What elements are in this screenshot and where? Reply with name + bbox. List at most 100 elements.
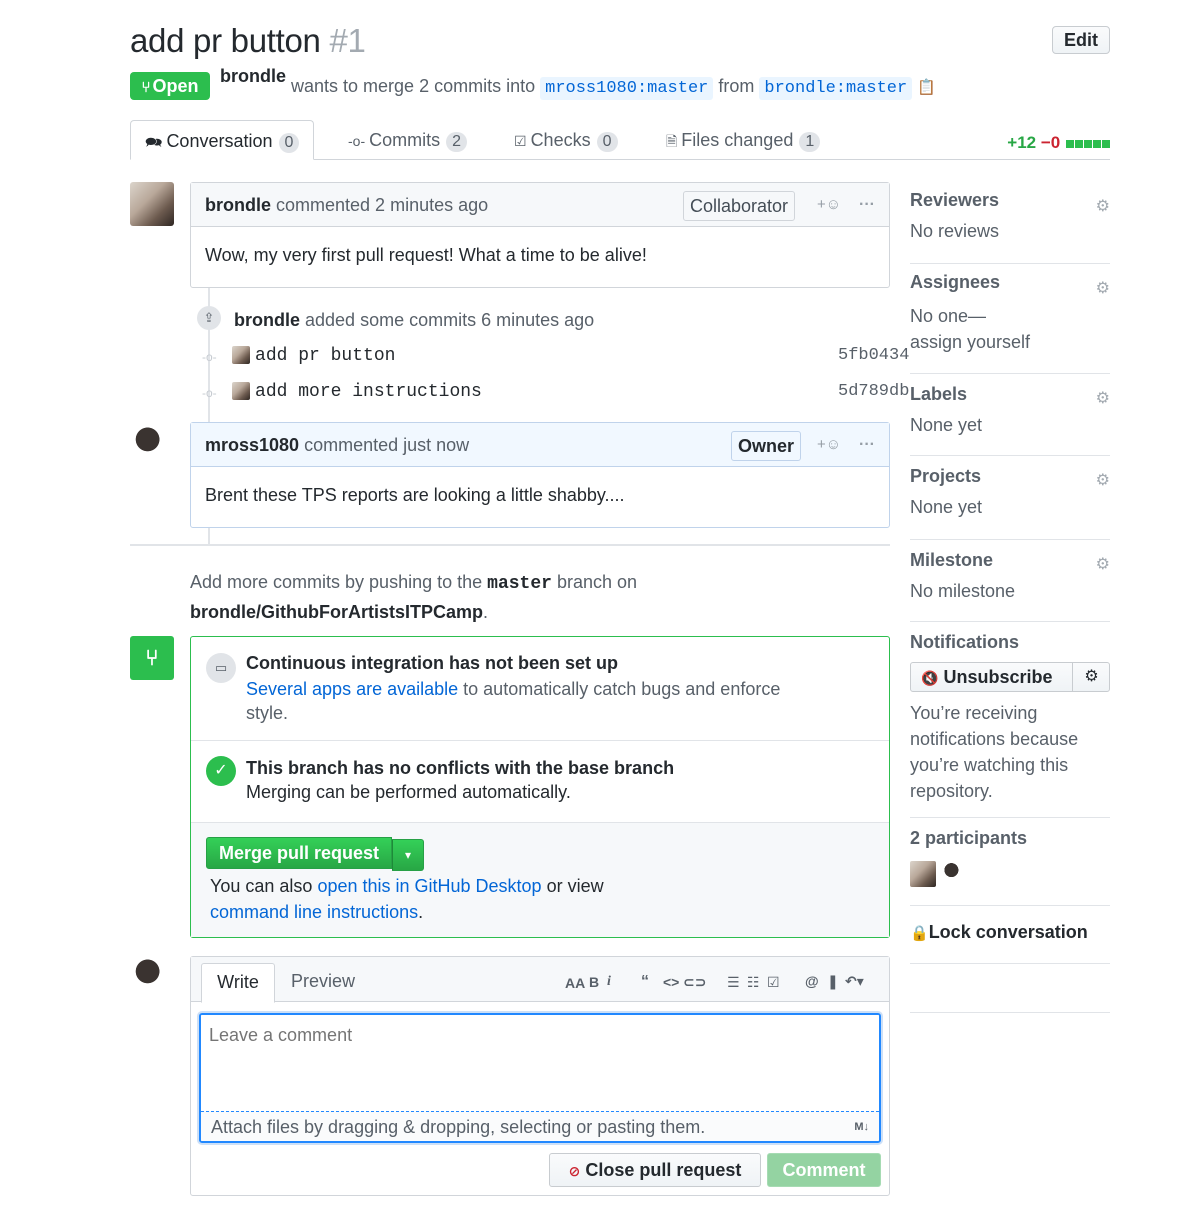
merge-button[interactable]: Merge pull request [206, 837, 393, 869]
bold-icon[interactable]: B [589, 974, 599, 990]
sidebar-projects[interactable]: ⚙ Projects None yet [910, 466, 1110, 540]
conflict-title: This branch has no conflicts with the ba… [246, 758, 675, 778]
link-icon[interactable]: ⊂⊃ [683, 974, 706, 991]
comment-body: Wow, my very first pull request! What a … [205, 245, 647, 265]
commit-sha[interactable]: 5d789db [838, 382, 909, 401]
unordered-list-icon[interactable]: ☰ [727, 974, 740, 991]
event-text: added some commits 6 minutes ago [305, 310, 595, 330]
sidebar-title: Labels [910, 384, 968, 404]
checklist-icon: ☑ [514, 133, 527, 149]
tab-commits[interactable]: -o- Commits 2 [348, 120, 468, 160]
more-options-icon[interactable]: ··· [859, 423, 875, 467]
tab-counter: 2 [446, 132, 468, 152]
assign-yourself-link[interactable]: assign yourself [910, 332, 1030, 352]
issue-closed-icon: ⊘ [568, 1163, 581, 1179]
diffstat-block [1075, 140, 1083, 148]
sidebar-milestone[interactable]: ⚙ Milestone No milestone [910, 550, 1110, 622]
cli-instructions-link[interactable]: command line instructions [210, 902, 418, 922]
comment-author[interactable]: brondle [205, 195, 271, 215]
commits-event: brondle added some commits 6 minutes ago [234, 310, 594, 331]
head-branch[interactable]: brondle:master [759, 77, 913, 100]
avatar[interactable] [232, 346, 250, 365]
diffstat: +12 −0 [1007, 133, 1110, 153]
tab-checks[interactable]: ☑ Checks 0 [514, 120, 618, 160]
lock-conversation[interactable]: 🔒Lock conversation [910, 922, 1110, 943]
sidebar-reviewers[interactable]: ⚙ Reviewers No reviews [910, 190, 1110, 264]
page-title: add pr button #1 [130, 22, 366, 60]
close-pr-button[interactable]: ⊘ Close pull request [549, 1153, 761, 1187]
commit-row: add more instructions [232, 380, 482, 402]
avatar[interactable] [910, 861, 936, 887]
event-author[interactable]: brondle [234, 310, 300, 330]
comment-button[interactable]: Comment [767, 1153, 881, 1187]
diffstat-block [1093, 140, 1101, 148]
sidebar-labels[interactable]: ⚙ Labels None yet [910, 384, 1110, 456]
repo-link[interactable]: brondle/GithubForArtistsITPCamp [190, 602, 483, 622]
bookmark-icon[interactable]: ❚ [827, 973, 839, 990]
notification-settings-gear-icon[interactable]: ⚙ [1074, 663, 1109, 691]
avatar[interactable] [130, 424, 174, 468]
code-icon[interactable]: <> [663, 974, 679, 990]
apps-link[interactable]: Several apps are available [246, 679, 458, 699]
gear-icon[interactable]: ⚙ [1096, 278, 1110, 298]
comment-author[interactable]: mross1080 [205, 435, 299, 455]
commit-message[interactable]: add more instructions [255, 382, 482, 402]
unsubscribe-button[interactable]: 🔇 Unsubscribe [911, 663, 1073, 691]
commit-dot-icon: -o- [202, 386, 217, 400]
diffstat-block [1102, 140, 1110, 148]
comment-time: commented 2 minutes ago [276, 195, 489, 215]
editor-toolbar: Write Preview AA B i “ <> ⊂⊃ ☰ ☷ ☑ @ ❚ ↶… [191, 957, 889, 1003]
commit-message[interactable]: add pr button [255, 346, 395, 366]
ordered-list-icon[interactable]: ☷ [747, 974, 760, 991]
tab-conversation[interactable]: 🗪 Conversation 0 [130, 120, 315, 160]
sidebar-lock[interactable]: 🔒Lock conversation [910, 922, 1110, 964]
avatar[interactable] [941, 861, 968, 887]
pr-number: #1 [329, 22, 366, 59]
commit-sha[interactable]: 5fb0434 [838, 346, 909, 365]
text-size-icon[interactable]: AA [565, 975, 585, 991]
sidebar-value: None yet [910, 497, 983, 517]
tab-write[interactable]: Write [201, 963, 275, 1003]
comment-time: commented just now [304, 435, 470, 455]
new-comment-form: Write Preview AA B i “ <> ⊂⊃ ☰ ☷ ☑ @ ❚ ↶… [190, 956, 890, 1196]
more-options-icon[interactable]: ··· [859, 183, 875, 227]
tab-preview[interactable]: Preview [291, 963, 355, 999]
avatar[interactable] [232, 382, 250, 401]
author-link[interactable]: brondle [220, 66, 286, 86]
clipboard-icon[interactable]: 📋 [917, 79, 936, 96]
italic-icon[interactable]: i [607, 974, 611, 990]
add-reaction-icon[interactable]: +☺ [817, 423, 841, 467]
from-text: from [718, 76, 755, 96]
mention-icon[interactable]: @ [805, 973, 819, 989]
sidebar-title: Milestone [910, 550, 994, 570]
role-badge: Owner [731, 431, 802, 461]
sidebar-assignees[interactable]: ⚙ Assignees No one— assign yourself [910, 272, 1110, 374]
status-label: Open [152, 76, 199, 96]
gear-icon[interactable]: ⚙ [1096, 388, 1110, 408]
add-reaction-icon[interactable]: +☺ [817, 183, 841, 227]
merge-options-dropdown[interactable]: ▾ [392, 839, 425, 871]
sidebar-value: No one— assign yourself [910, 306, 1031, 352]
edit-button[interactable]: Edit [1052, 26, 1110, 54]
file-diff-icon: 🗎 [666, 133, 678, 149]
base-branch[interactable]: mross1080:master [540, 77, 714, 100]
pr-title-text: add pr button [130, 22, 321, 59]
sidebar-value: No milestone [910, 581, 1016, 601]
avatar[interactable] [130, 182, 174, 226]
diffstat-block [1066, 140, 1074, 148]
task-list-icon[interactable]: ☑ [767, 974, 780, 991]
tab-files-changed[interactable]: 🗎 Files changed 1 [666, 120, 821, 160]
quote-icon[interactable]: “ [641, 973, 649, 991]
role-badge: Collaborator [683, 191, 796, 221]
gear-icon[interactable]: ⚙ [1096, 196, 1110, 216]
attach-files-bar[interactable]: Attach files by dragging & dropping, sel… [201, 1111, 879, 1141]
gear-icon[interactable]: ⚙ [1096, 470, 1110, 490]
merge-help: You can also open this in GitHub Desktop… [210, 876, 604, 922]
reply-icon[interactable]: ↶▾ [845, 973, 864, 990]
timeline-divider [130, 544, 890, 546]
comment-textarea[interactable] [201, 1015, 879, 1111]
gear-icon[interactable]: ⚙ [1096, 554, 1110, 574]
tab-counter: 0 [596, 132, 618, 152]
ci-section: ▭ Continuous integration has not been se… [191, 637, 889, 741]
desktop-link[interactable]: open this in GitHub Desktop [317, 876, 541, 896]
